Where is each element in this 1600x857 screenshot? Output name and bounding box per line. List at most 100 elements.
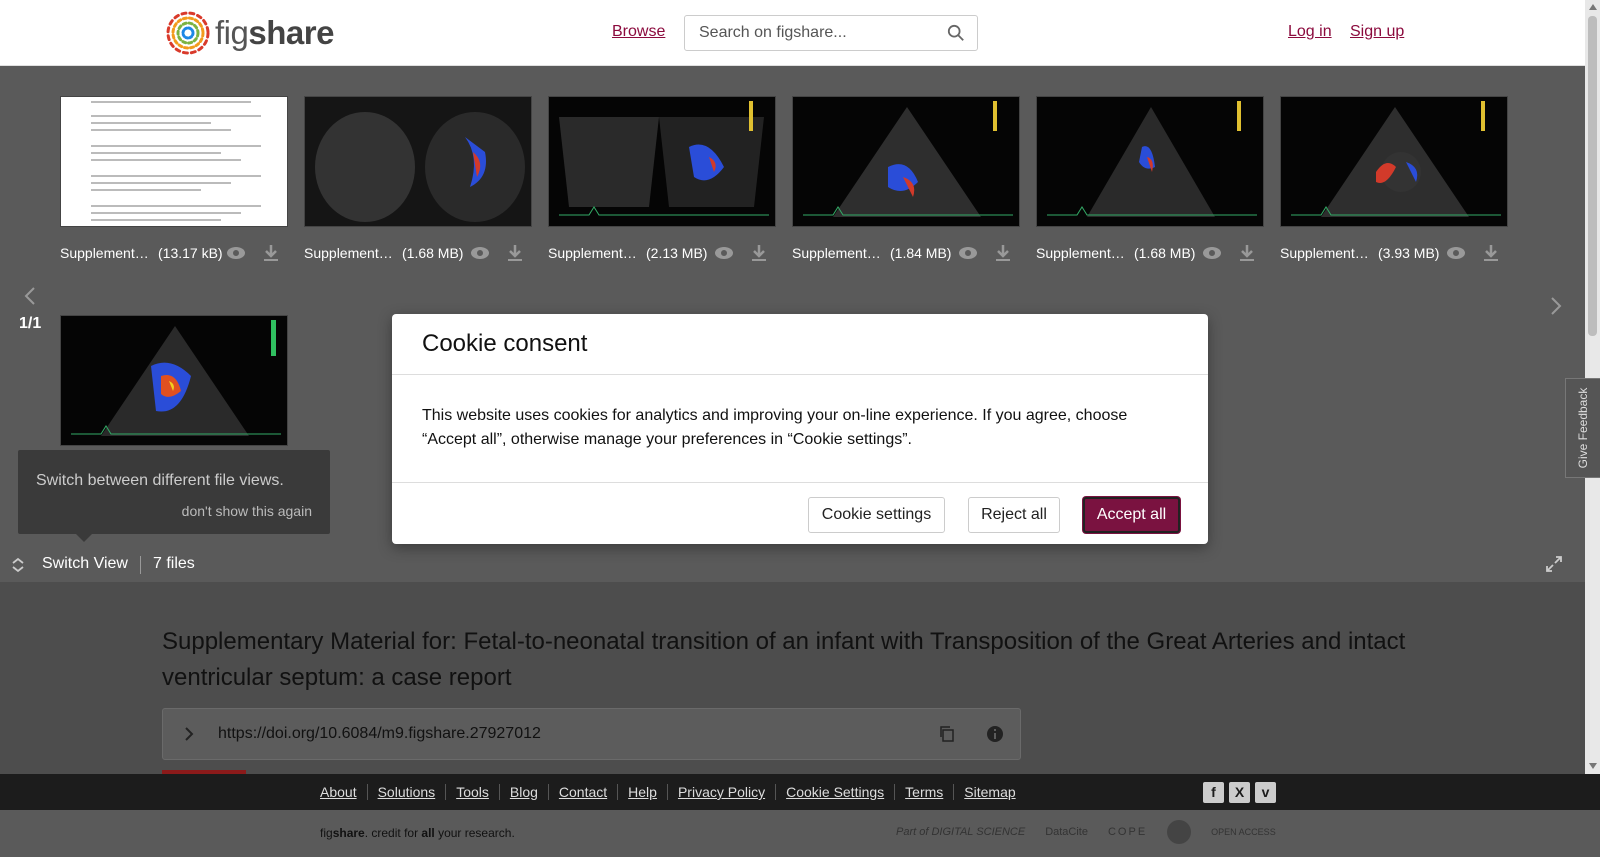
datacite-logo[interactable]: DataCite — [1045, 826, 1088, 838]
footer-nav: About Solutions Tools Blog Contact Help … — [0, 774, 1600, 810]
file-name[interactable]: Supplementary... — [548, 245, 638, 261]
file-size: (3.93 MB) — [1378, 245, 1440, 261]
give-feedback-tab[interactable]: Give Feedback — [1565, 378, 1600, 478]
divider — [140, 556, 141, 574]
dialog-footer: Cookie settings Reject all Accept all — [392, 482, 1208, 544]
file-size: (1.68 MB) — [1134, 245, 1196, 261]
file-name[interactable]: Supplementary... — [304, 245, 394, 261]
footer-link-tools[interactable]: Tools — [445, 784, 499, 800]
figshare-logo-icon — [166, 11, 210, 55]
cope-logo[interactable]: COPE — [1108, 826, 1147, 838]
x-twitter-icon[interactable]: X — [1229, 782, 1250, 803]
download-icon[interactable] — [262, 244, 280, 262]
file-meta: Supplementary... (1.68 MB) — [1036, 243, 1276, 263]
file-size: (13.17 kB) — [158, 245, 223, 261]
page-indicator: 1/1 — [19, 315, 42, 332]
search-input[interactable] — [685, 16, 925, 50]
doi-link[interactable]: https://doi.org/10.6084/m9.figshare.2792… — [218, 725, 541, 743]
footer-link-solutions[interactable]: Solutions — [366, 784, 446, 800]
file-meta: Supplementary... (1.68 MB) — [304, 243, 544, 263]
file-thumbnail[interactable] — [548, 96, 776, 227]
chevron-right-icon[interactable] — [183, 726, 195, 742]
preview-eye-icon[interactable] — [1202, 245, 1222, 261]
footer-tagline: figshare. credit for all your research. — [320, 826, 515, 840]
file-name[interactable]: Supplementary... — [1036, 245, 1126, 261]
facebook-icon[interactable]: f — [1203, 782, 1224, 803]
footer-link-sitemap[interactable]: Sitemap — [953, 784, 1025, 800]
file-thumbnail[interactable] — [792, 96, 1020, 227]
file-card[interactable]: Supplementary... (13.17 kB) — [60, 96, 288, 261]
digital-science-logo[interactable]: Part of DIGITAL SCIENCE — [896, 826, 1025, 838]
file-thumbnail[interactable] — [1036, 96, 1264, 227]
footer-link-contact[interactable]: Contact — [547, 784, 617, 800]
search-box — [684, 15, 978, 51]
download-icon[interactable] — [994, 244, 1012, 262]
footer-link-help[interactable]: Help — [617, 784, 667, 800]
download-icon[interactable] — [1482, 244, 1500, 262]
social-links: f X v — [1203, 782, 1276, 803]
view-switch-tooltip: Switch between different file views. don… — [18, 450, 330, 542]
file-name[interactable]: Supplementary... — [1280, 245, 1370, 261]
file-thumbnail[interactable] — [304, 96, 532, 227]
file-card[interactable]: Supplementary... (1.68 MB) — [1036, 96, 1264, 261]
download-icon[interactable] — [506, 244, 524, 262]
switch-view-icon[interactable] — [11, 557, 25, 573]
file-thumbnail[interactable] — [60, 315, 288, 446]
file-card[interactable]: Supplementary... (3.93 MB) — [1280, 96, 1508, 261]
dialog-title: Cookie consent — [422, 330, 588, 357]
footer-links: About Solutions Tools Blog Contact Help … — [320, 784, 1026, 800]
footer-link-cookie-settings[interactable]: Cookie Settings — [775, 784, 894, 800]
copy-icon[interactable] — [938, 725, 956, 743]
scroll-up-arrow-icon[interactable] — [1589, 4, 1597, 10]
fullscreen-icon[interactable] — [1546, 556, 1562, 572]
search-icon[interactable] — [947, 24, 965, 42]
file-thumbnail[interactable] — [1280, 96, 1508, 227]
previous-page-icon[interactable] — [22, 284, 38, 308]
open-access-logo[interactable]: OPEN ACCESS — [1211, 827, 1276, 837]
footer-link-terms[interactable]: Terms — [894, 784, 953, 800]
preview-eye-icon[interactable] — [1446, 245, 1466, 261]
file-thumbnail[interactable] — [60, 96, 288, 227]
scroll-down-arrow-icon[interactable] — [1589, 763, 1597, 769]
scroll-thumb[interactable] — [1588, 16, 1597, 336]
file-meta: Supplementary... (3.93 MB) — [1280, 243, 1520, 263]
accept-all-button[interactable]: Accept all — [1083, 497, 1180, 533]
footer-link-privacy-policy[interactable]: Privacy Policy — [666, 784, 775, 800]
files-count: 7 files — [153, 555, 195, 572]
view-toolbar: Switch View 7 files — [0, 547, 1585, 582]
preview-eye-icon[interactable] — [226, 245, 246, 261]
reject-all-button[interactable]: Reject all — [968, 497, 1060, 533]
download-icon[interactable] — [1238, 244, 1256, 262]
file-meta: Supplementary... (2.13 MB) — [548, 243, 788, 263]
vimeo-icon[interactable]: v — [1255, 782, 1276, 803]
give-feedback-label: Give Feedback — [1576, 387, 1590, 469]
preview-eye-icon[interactable] — [958, 245, 978, 261]
file-card[interactable]: Supplementary... (2.13 MB) — [548, 96, 776, 261]
dialog-header: Cookie consent — [392, 314, 1208, 375]
file-name[interactable]: Supplementary... — [792, 245, 882, 261]
footer-link-blog[interactable]: Blog — [498, 784, 548, 800]
switch-view-button[interactable]: Switch View — [42, 555, 128, 573]
figshare-logo[interactable]: figshare — [163, 8, 334, 58]
download-icon[interactable] — [750, 244, 768, 262]
file-meta: Supplementary... (1.84 MB) — [792, 243, 1032, 263]
footer-link-about[interactable]: About — [320, 784, 367, 800]
file-size: (1.84 MB) — [890, 245, 952, 261]
item-details: Supplementary Material for: Fetal-to-neo… — [0, 582, 1585, 774]
browse-link[interactable]: Browse — [612, 23, 665, 41]
dont-show-again-link[interactable]: don't show this again — [182, 503, 312, 519]
partner-circle-icon[interactable] — [1167, 820, 1192, 844]
file-card[interactable]: Supplementary... (1.68 MB) — [304, 96, 532, 261]
signup-link[interactable]: Sign up — [1350, 23, 1404, 41]
file-name[interactable]: Supplementary... — [60, 245, 150, 261]
info-icon[interactable] — [986, 725, 1004, 743]
file-card[interactable]: Supplementary... (1.84 MB) — [792, 96, 1020, 261]
preview-eye-icon[interactable] — [470, 245, 490, 261]
file-card[interactable] — [60, 315, 288, 446]
cookie-settings-button[interactable]: Cookie settings — [808, 497, 945, 533]
preview-eye-icon[interactable] — [714, 245, 734, 261]
next-page-icon[interactable] — [1548, 294, 1564, 318]
login-link[interactable]: Log in — [1288, 23, 1332, 41]
footer-bottom: figshare. credit for all your research. … — [0, 810, 1600, 857]
cookie-consent-dialog: Cookie consent This website uses cookies… — [392, 314, 1208, 544]
